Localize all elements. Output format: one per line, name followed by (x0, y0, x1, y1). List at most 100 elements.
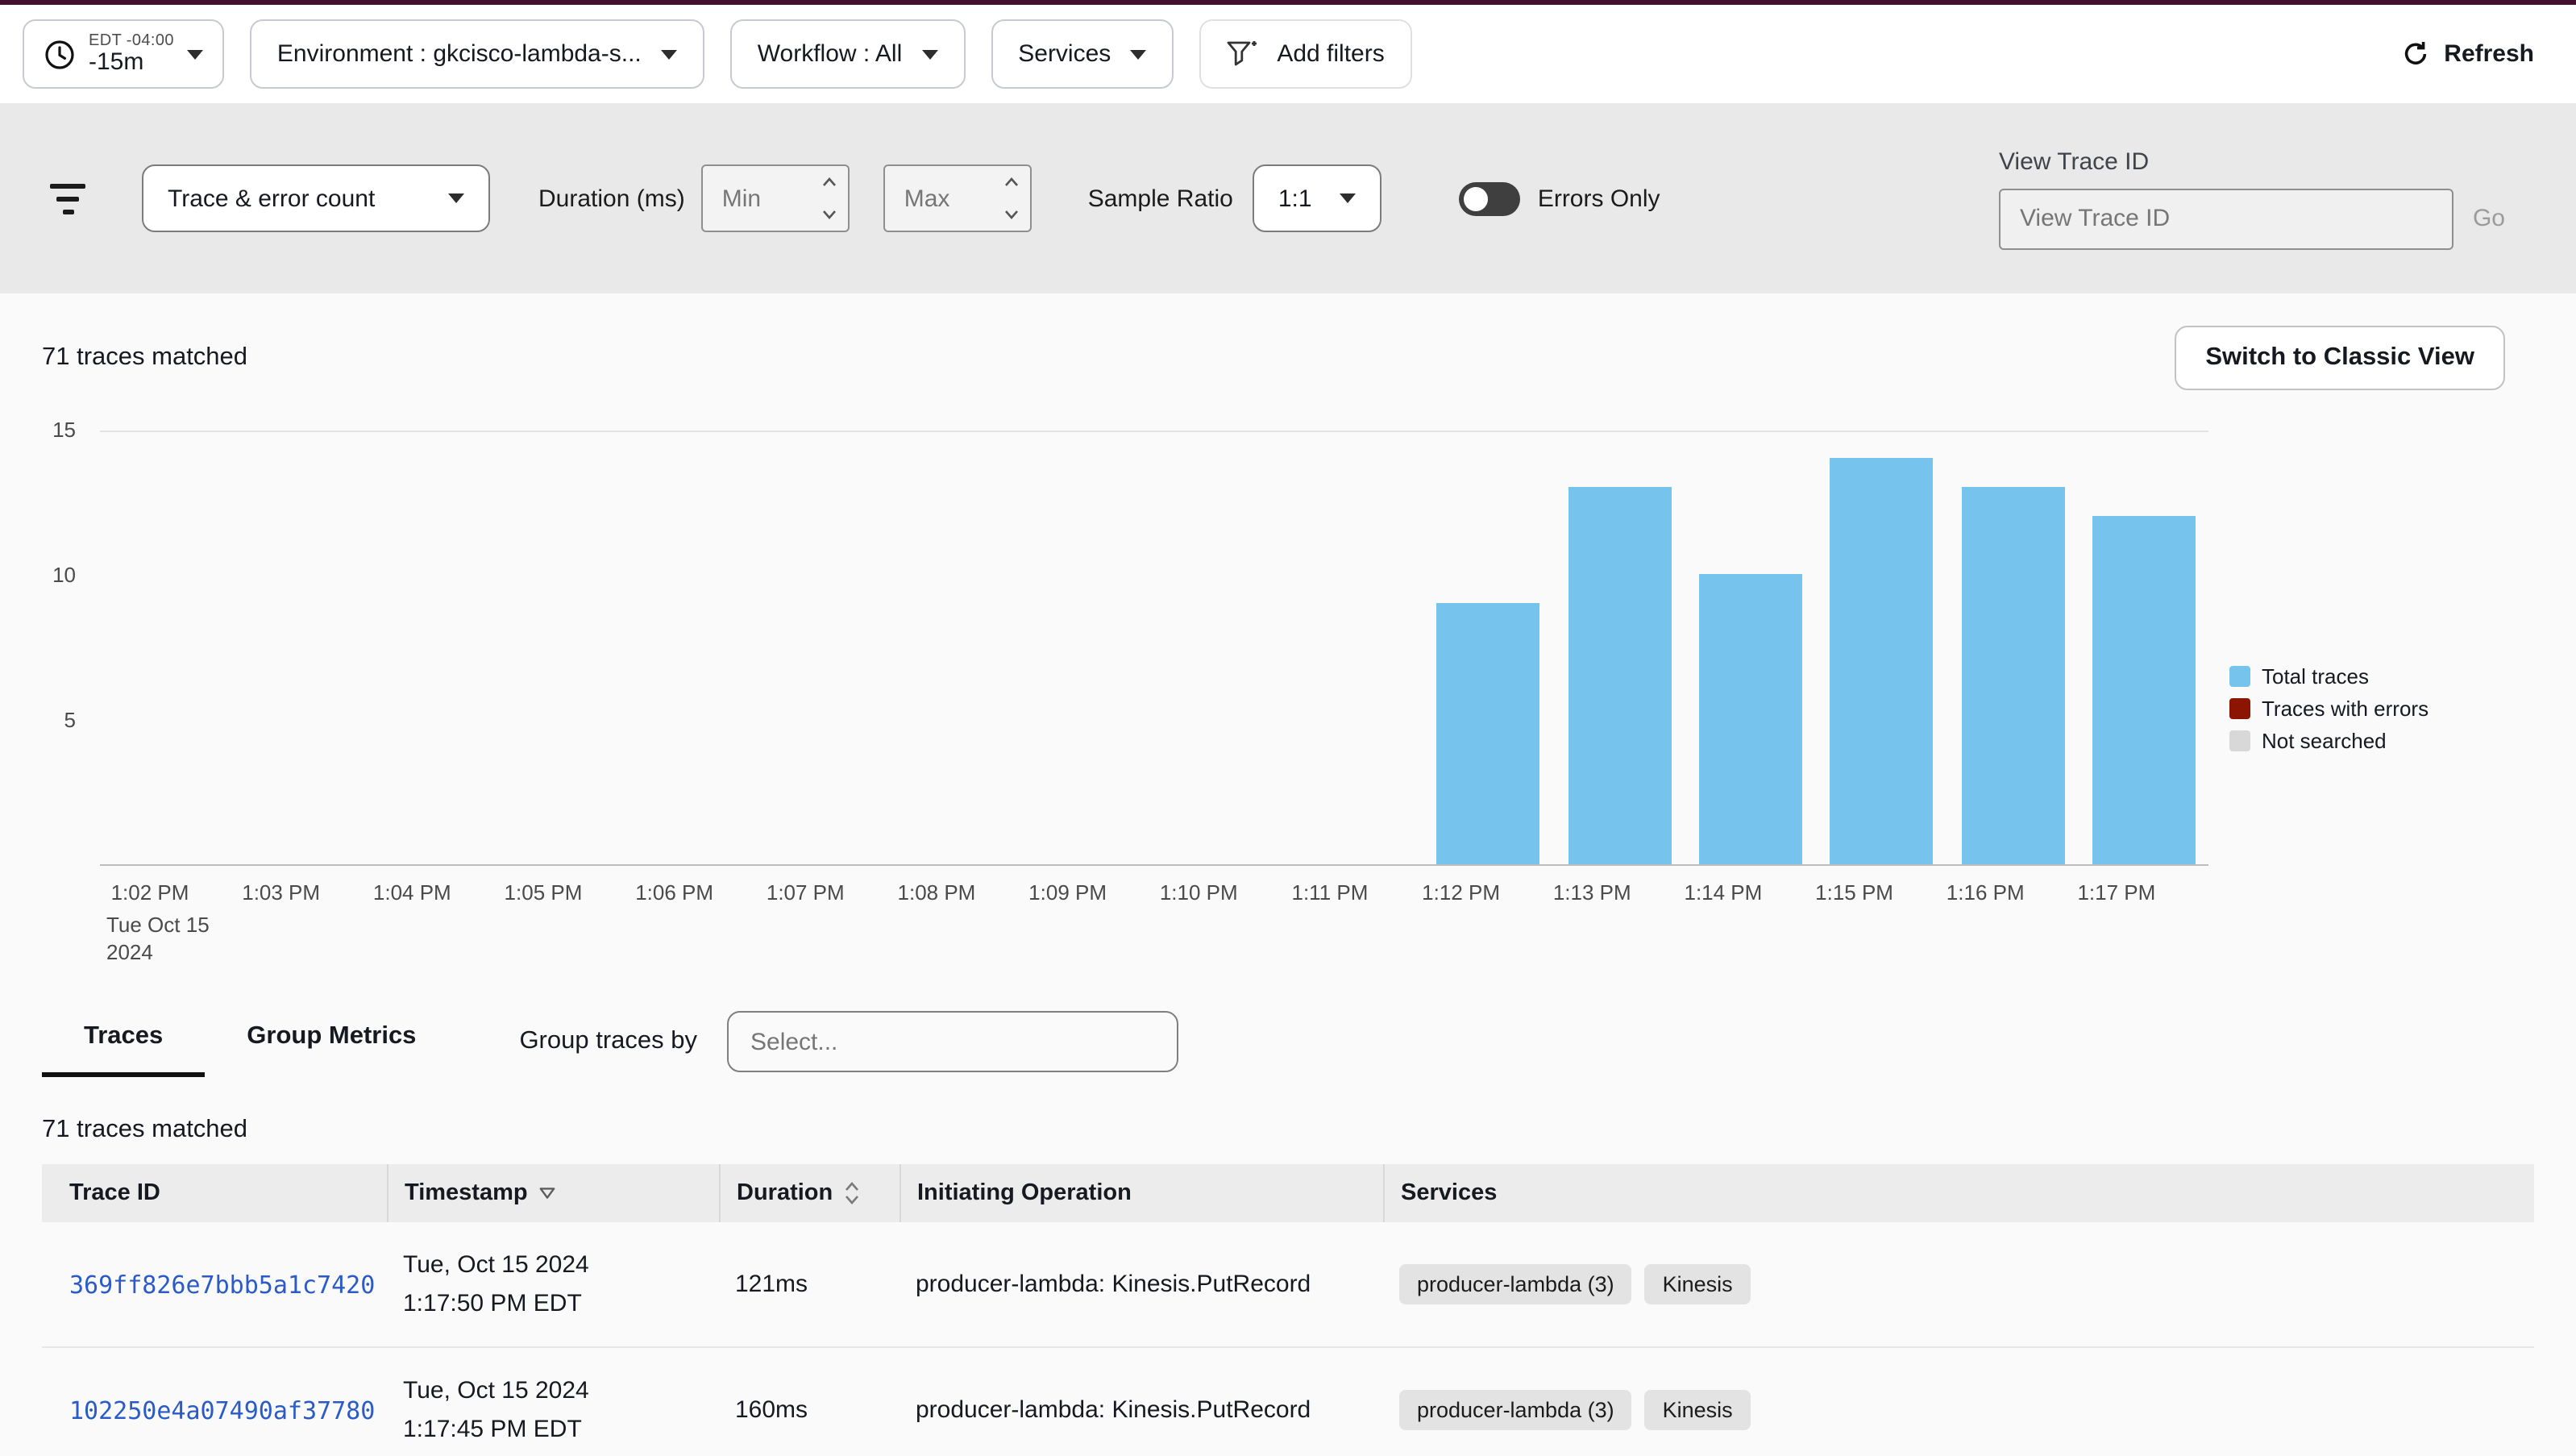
group-by-select[interactable] (726, 1011, 1178, 1072)
chart-bar[interactable] (1568, 487, 1671, 864)
tabs-row: Traces Group Metrics Group traces by (42, 1006, 2534, 1077)
trace-id-header: Trace ID (42, 1164, 387, 1222)
chevron-down-icon (661, 49, 677, 59)
gridline (100, 431, 2208, 432)
traces-table: Trace ID Timestamp Duration Initiating O… (42, 1164, 2534, 1456)
chevron-down-icon (1130, 49, 1146, 59)
x-tick-label: 1:16 PM (1947, 880, 2025, 905)
legend-item[interactable]: Not searched (2229, 729, 2429, 753)
time-range-button[interactable]: EDT -04:00 -15m (23, 19, 224, 89)
trace-id-link[interactable]: 102250e4a07490af37780 (69, 1396, 375, 1425)
clock-icon (44, 38, 76, 70)
add-filters-label: Add filters (1277, 40, 1384, 68)
legend-swatch (2229, 730, 2250, 751)
duration-header[interactable]: Duration (719, 1164, 900, 1222)
table-header: Trace ID Timestamp Duration Initiating O… (42, 1164, 2534, 1222)
services-dropdown-label: Services (1018, 40, 1111, 68)
duration-max-field (883, 164, 1032, 232)
x-tick-label: 1:07 PM (767, 880, 845, 905)
x-sublabel-year: 2024 (106, 938, 210, 966)
table-row: 369ff826e7bbb5a1c7420 Tue, Oct 15 20241:1… (42, 1222, 2534, 1348)
legend-item[interactable]: Traces with errors (2229, 697, 2429, 721)
toggle-knob (1464, 186, 1488, 210)
chevron-down-icon (187, 49, 203, 59)
sample-ratio-label: Sample Ratio (1088, 185, 1233, 212)
main-content: 71 traces matched Switch to Classic View… (0, 293, 2576, 1456)
x-tick-label: 1:13 PM (1553, 880, 1631, 905)
table-matched-text: 71 traces matched (42, 1116, 2534, 1145)
time-range-label: -15m (89, 50, 143, 77)
chevron-down-icon (448, 193, 464, 203)
refresh-button[interactable]: Refresh (2399, 19, 2537, 89)
chart-bar[interactable] (1961, 487, 2064, 864)
time-range-value: EDT -04:00 -15m (89, 32, 174, 77)
trace-id-cell: 369ff826e7bbb5a1c7420 (42, 1270, 387, 1299)
min-stepper (811, 166, 848, 231)
time-zone-label: EDT -04:00 (89, 32, 174, 50)
summary-row: 71 traces matched Switch to Classic View (0, 293, 2576, 390)
services-header: Services (1383, 1164, 2534, 1222)
x-tick-label: 1:02 PM (111, 880, 189, 905)
x-tick-label: 1:05 PM (505, 880, 583, 905)
max-stepper (993, 166, 1030, 231)
errors-only-toggle[interactable] (1459, 181, 1520, 215)
y-tick-label: 5 (64, 708, 76, 734)
chart-bar[interactable] (1437, 603, 1540, 864)
go-button[interactable]: Go (2473, 205, 2505, 232)
operation-cell: producer-lambda: Kinesis.PutRecord (900, 1396, 1383, 1424)
filter-toolbar: Trace & error count Duration (ms) Sample… (0, 103, 2576, 293)
service-badge: Kinesis (1645, 1264, 1751, 1304)
trace-id-cell: 102250e4a07490af37780 (42, 1396, 387, 1425)
environment-dropdown[interactable]: Environment : gkcisco-lambda-s... (250, 19, 704, 89)
metric-select[interactable]: Trace & error count (142, 164, 490, 232)
increment-button[interactable] (811, 166, 848, 198)
environment-dropdown-label: Environment : gkcisco-lambda-s... (277, 40, 642, 68)
services-cell: producer-lambda (3) Kinesis (1383, 1264, 2534, 1304)
decrement-button[interactable] (811, 198, 848, 231)
x-tick-label: 1:14 PM (1684, 880, 1762, 905)
duration-min-field (701, 164, 850, 232)
timestamp-line1: Tue, Oct 15 2024 (403, 1246, 719, 1284)
x-tick-label: 1:09 PM (1028, 880, 1107, 905)
x-tick-label: 1:06 PM (635, 880, 713, 905)
workflow-dropdown[interactable]: Workflow : All (730, 19, 966, 89)
legend-item[interactable]: Total traces (2229, 664, 2429, 688)
top-bar: EDT -04:00 -15m Environment : gkcisco-la… (0, 5, 2576, 103)
x-sublabel-date: Tue Oct 15 (106, 911, 210, 938)
duration-label: Duration (ms) (538, 185, 685, 212)
add-filters-button[interactable]: Add filters (1199, 19, 1411, 89)
add-filter-icon (1227, 40, 1257, 68)
service-badge: producer-lambda (3) (1399, 1390, 1632, 1430)
chart-bar[interactable] (1699, 574, 1802, 864)
errors-only-label: Errors Only (1538, 185, 1660, 212)
duration-min-input[interactable] (703, 166, 811, 231)
chart-bar[interactable] (1830, 458, 1934, 864)
x-tick-label: 1:04 PM (373, 880, 451, 905)
traces-chart: 51015 Tue Oct 15 2024 1:02 PM1:03 PM1:04… (42, 410, 2534, 967)
switch-to-classic-view-button[interactable]: Switch to Classic View (2175, 326, 2505, 390)
tab-group-metrics[interactable]: Group Metrics (205, 1006, 458, 1077)
y-tick-label: 10 (52, 563, 76, 589)
view-trace-id-input[interactable] (1999, 188, 2453, 249)
service-badge: Kinesis (1645, 1390, 1751, 1430)
x-axis-line (100, 864, 2208, 866)
filter-lines-icon[interactable] (48, 183, 87, 214)
timestamp-cell: Tue, Oct 15 20241:17:50 PM EDT (387, 1246, 719, 1323)
services-dropdown[interactable]: Services (991, 19, 1174, 89)
trace-id-link[interactable]: 369ff826e7bbb5a1c7420 (69, 1270, 375, 1299)
legend-label: Traces with errors (2262, 697, 2429, 721)
service-badge: producer-lambda (3) (1399, 1264, 1632, 1304)
trace-explorer-app: EDT -04:00 -15m Environment : gkcisco-la… (0, 0, 2576, 1456)
duration-max-input[interactable] (885, 166, 993, 231)
group-traces-by-label: Group traces by (519, 1027, 697, 1056)
tab-traces[interactable]: Traces (42, 1006, 205, 1077)
chart-bar[interactable] (2092, 516, 2196, 864)
decrement-button[interactable] (993, 198, 1030, 231)
sample-ratio-select[interactable]: 1:1 (1253, 164, 1381, 232)
increment-button[interactable] (993, 166, 1030, 198)
timestamp-header[interactable]: Timestamp (387, 1164, 719, 1222)
x-tick-label: 1:11 PM (1291, 880, 1368, 905)
x-tick-label: 1:08 PM (898, 880, 976, 905)
duration-cell: 160ms (719, 1396, 900, 1424)
chart-plot (100, 431, 2208, 866)
